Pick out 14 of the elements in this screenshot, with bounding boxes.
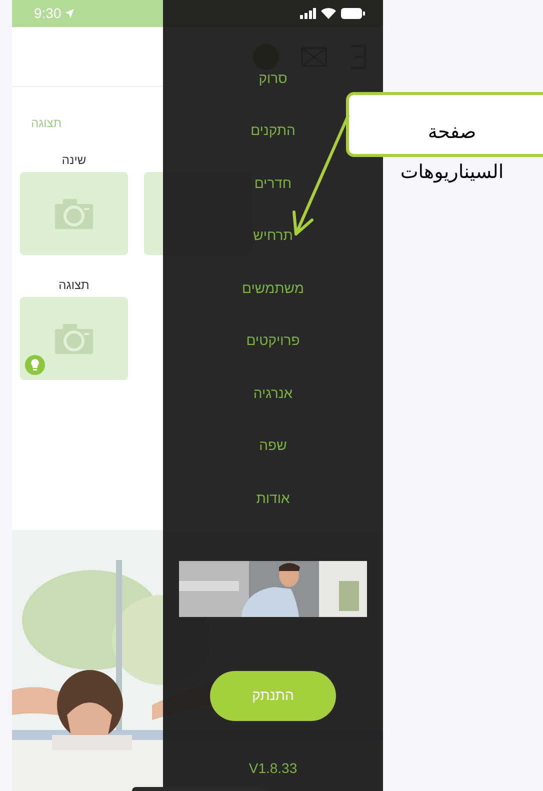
menu-item[interactable]: אודות	[244, 472, 302, 524]
menu-item[interactable]: פרויקטים	[234, 314, 312, 367]
menu-item[interactable]: אנרגיה	[241, 367, 305, 420]
section-title: תצוגה	[31, 116, 62, 130]
section-title: תצוגה	[58, 278, 90, 292]
menu-item[interactable]: סרוק	[246, 52, 300, 104]
status-time: 9:30	[34, 4, 62, 23]
menu-item[interactable]: חדרים	[242, 157, 304, 210]
menu-item[interactable]: משתמשים	[230, 262, 316, 314]
callout-text: صفحة السيناريوهات	[399, 120, 505, 185]
menu-item[interactable]: שפה	[247, 420, 299, 472]
menu-item[interactable]: תרחיש	[241, 210, 305, 262]
menu-item[interactable]: התקנים	[238, 104, 308, 157]
room-label: שינה	[62, 153, 86, 167]
